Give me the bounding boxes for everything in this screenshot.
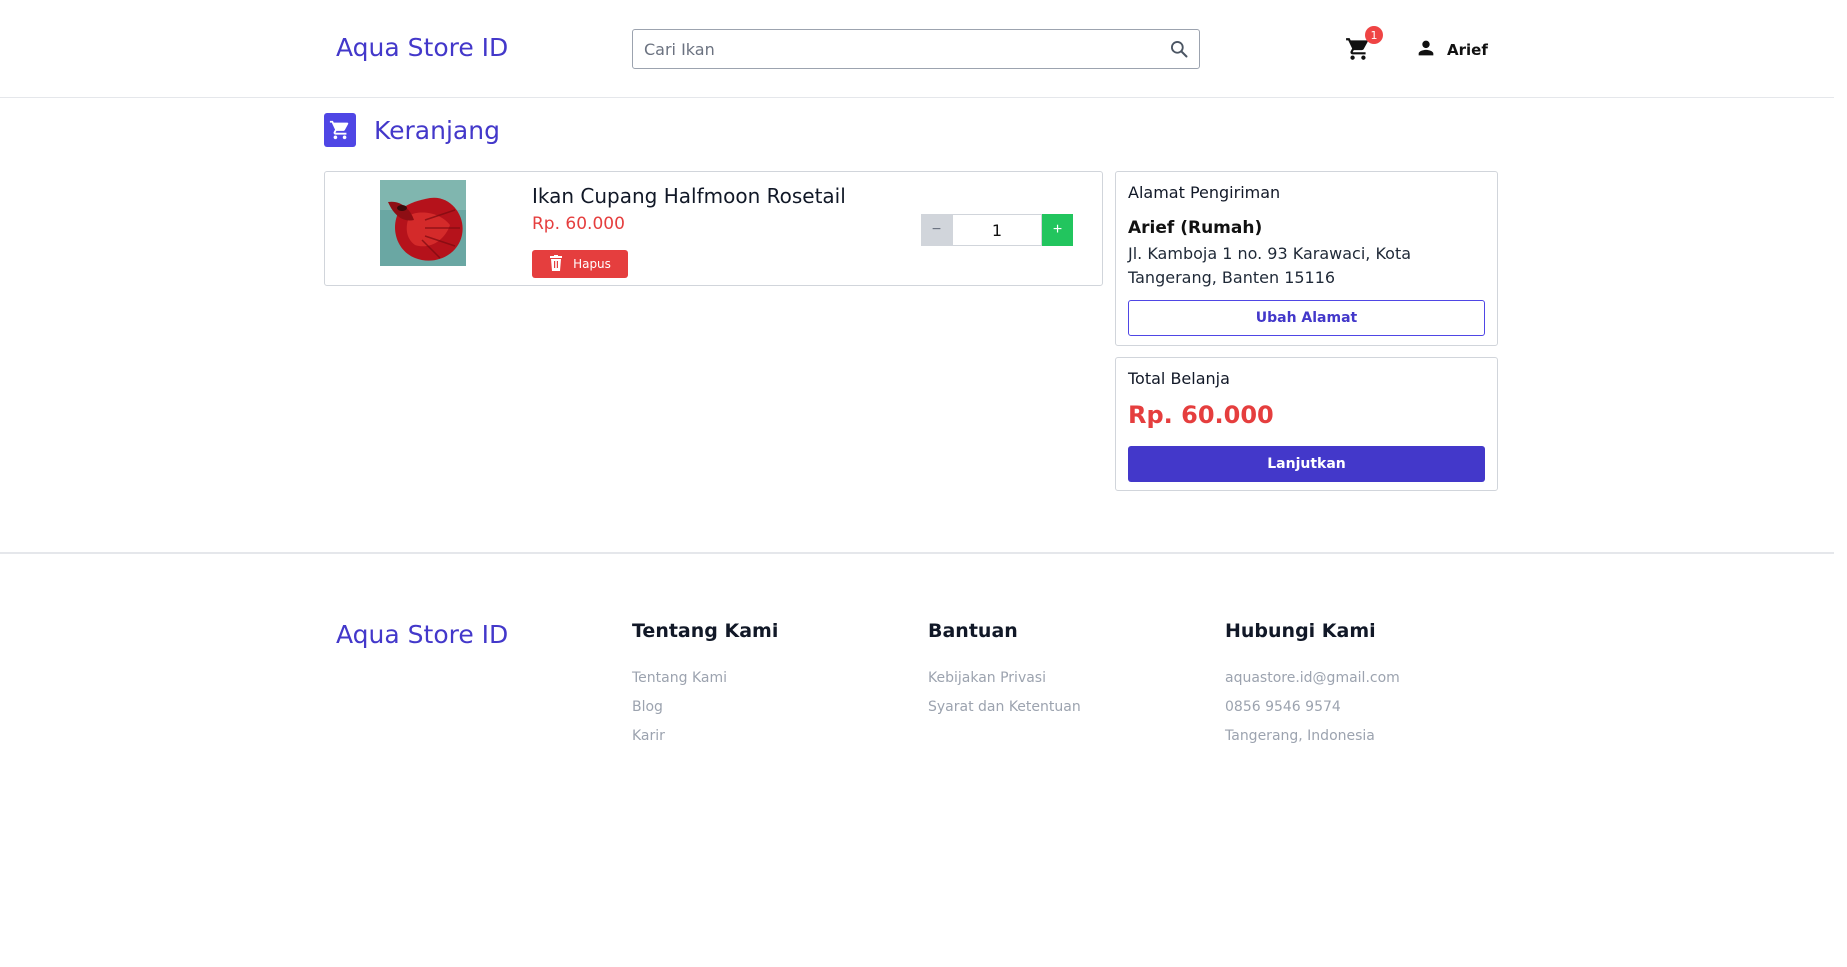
- remove-item-label: Hapus: [573, 257, 611, 271]
- product-image[interactable]: [380, 180, 466, 266]
- brand-logo[interactable]: Aqua Store ID: [336, 33, 508, 62]
- footer-link-careers[interactable]: Karir: [632, 722, 778, 751]
- search-bar: [632, 29, 1200, 69]
- footer-link-location[interactable]: Tangerang, Indonesia: [1225, 722, 1400, 751]
- increment-button[interactable]: +: [1042, 214, 1073, 246]
- quantity-stepper: − +: [921, 214, 1073, 246]
- footer-column-help: Bantuan Kebijakan Privasi Syarat dan Ket…: [928, 620, 1081, 722]
- user-menu[interactable]: Arief: [1415, 37, 1488, 63]
- total-title: Total Belanja: [1128, 369, 1230, 388]
- total-amount: Rp. 60.000: [1128, 401, 1274, 429]
- top-navbar: Aqua Store ID 1 Arief: [0, 0, 1834, 98]
- order-summary-panel: Total Belanja Rp. 60.000 Lanjutkan: [1115, 357, 1498, 491]
- footer-column-title: Tentang Kami: [632, 620, 779, 642]
- address-text: Jl. Kamboja 1 no. 93 Karawaci, Kota Tang…: [1128, 244, 1412, 287]
- address-recipient: Arief (Rumah): [1128, 218, 1263, 238]
- search-input[interactable]: [633, 39, 1159, 59]
- footer-link-blog[interactable]: Blog: [632, 693, 778, 722]
- remove-item-button[interactable]: Hapus: [532, 250, 628, 278]
- shipping-address-title: Alamat Pengiriman: [1128, 183, 1281, 202]
- footer-link-about[interactable]: Tentang Kami: [632, 664, 778, 693]
- footer-link-privacy[interactable]: Kebijakan Privasi: [928, 664, 1081, 693]
- change-address-button[interactable]: Ubah Alamat: [1128, 300, 1485, 336]
- footer-link-phone[interactable]: 0856 9546 9574: [1225, 693, 1400, 722]
- footer-column-title: Bantuan: [928, 620, 1018, 642]
- trash-icon: [549, 254, 563, 274]
- footer-column-title: Hubungi Kami: [1225, 620, 1376, 642]
- quantity-input[interactable]: [952, 214, 1042, 246]
- cart-item: Ikan Cupang Halfmoon Rosetail Rp. 60.000…: [324, 171, 1103, 286]
- page-title: Keranjang: [324, 113, 500, 147]
- product-name[interactable]: Ikan Cupang Halfmoon Rosetail: [532, 184, 846, 208]
- decrement-button[interactable]: −: [921, 214, 952, 246]
- user-name: Arief: [1447, 41, 1488, 59]
- user-icon: [1415, 37, 1437, 63]
- footer-column-about: Tentang Kami Tentang Kami Blog Karir: [632, 620, 778, 751]
- search-icon[interactable]: [1159, 39, 1199, 59]
- page-heading: Keranjang: [374, 115, 500, 145]
- shopping-cart-icon: [324, 113, 356, 147]
- footer: Aqua Store ID Tentang Kami Tentang Kami …: [0, 552, 1834, 967]
- shipping-address-panel: Alamat Pengiriman Arief (Rumah) Jl. Kamb…: [1115, 171, 1498, 346]
- footer-link-terms[interactable]: Syarat dan Ketentuan: [928, 693, 1081, 722]
- continue-button[interactable]: Lanjutkan: [1128, 446, 1485, 482]
- footer-column-contact: Hubungi Kami aquastore.id@gmail.com 0856…: [1225, 620, 1400, 751]
- cart-count-badge: 1: [1365, 26, 1383, 44]
- footer-brand[interactable]: Aqua Store ID: [336, 620, 508, 649]
- product-price: Rp. 60.000: [532, 214, 625, 234]
- footer-link-email[interactable]: aquastore.id@gmail.com: [1225, 664, 1400, 693]
